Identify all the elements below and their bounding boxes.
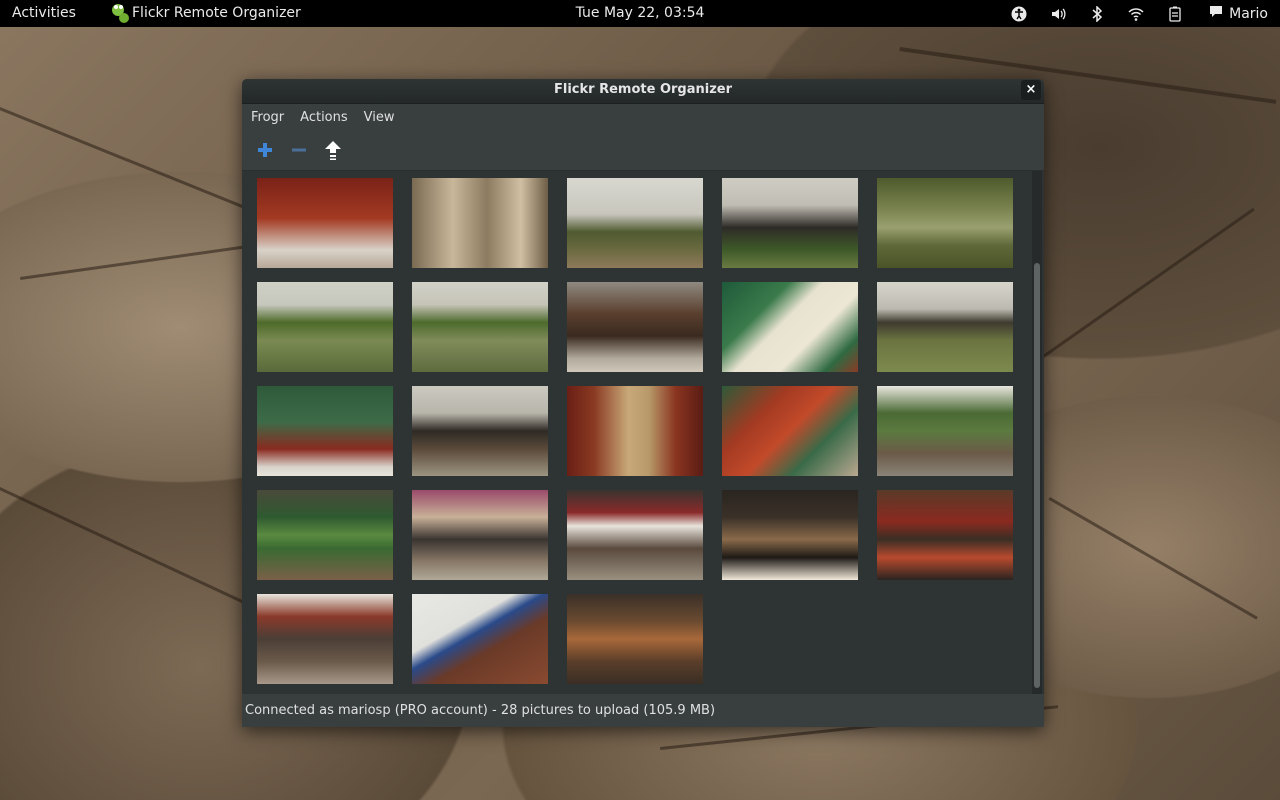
menu-actions[interactable]: Actions (300, 110, 348, 125)
photo-thumbnail-painted-eaves[interactable] (722, 386, 858, 476)
photo-thumbnail-woman-in-hanbok[interactable] (257, 386, 393, 476)
photo-thumbnail-throne-hall[interactable] (412, 386, 548, 476)
photo-thumbnail-shop-sign-green[interactable] (257, 490, 393, 580)
add-button[interactable] (253, 138, 277, 162)
accessibility-icon[interactable] (1009, 4, 1029, 24)
frog-app-icon[interactable] (108, 0, 132, 27)
wifi-icon[interactable] (1126, 4, 1146, 24)
activities-button[interactable]: Activities (12, 5, 76, 21)
photo-thumbnail-carved-wooden-sign[interactable] (567, 594, 703, 684)
window-titlebar[interactable]: Flickr Remote Organizer × (242, 79, 1044, 104)
photo-thumbnail-street-sign-insadong[interactable] (412, 594, 548, 684)
photo-thumbnail-palace-pavilion-garden[interactable] (567, 178, 703, 268)
menu-view[interactable]: View (364, 110, 395, 125)
menu-bar: Frogr Actions View (242, 104, 1044, 130)
upload-icon (325, 141, 341, 160)
user-name: Mario (1229, 5, 1268, 22)
battery-icon[interactable] (1165, 4, 1185, 24)
photo-thumbnail-shopping-street[interactable] (567, 490, 703, 580)
photo-thumbnail-crowded-market[interactable] (257, 594, 393, 684)
scrollbar-thumb[interactable] (1034, 263, 1040, 688)
user-menu[interactable]: Mario (1203, 5, 1268, 22)
photo-grid-area (242, 171, 1044, 694)
window-title: Flickr Remote Organizer (554, 82, 732, 97)
photo-thumbnail-corridor-columns[interactable] (567, 386, 703, 476)
photo-thumbnail-person-at-pond[interactable] (412, 282, 548, 372)
photo-thumbnail-lotus-pond-bridge[interactable] (257, 282, 393, 372)
photo-thumbnail-clay-pots[interactable] (567, 282, 703, 372)
top-panel: Activities Flickr Remote Organizer Tue M… (0, 0, 1280, 27)
add-icon (258, 143, 272, 157)
remove-icon (292, 148, 306, 152)
system-tray: Mario (990, 0, 1280, 27)
bluetooth-icon[interactable] (1087, 4, 1107, 24)
scrollbar[interactable] (1032, 171, 1042, 694)
photo-thumbnail-pavilion-lake[interactable] (877, 282, 1013, 372)
photo-thumbnail-pagoda-tower[interactable] (722, 178, 858, 268)
photo-thumbnail-building-balconies[interactable] (877, 490, 1013, 580)
chat-icon (1209, 5, 1223, 22)
menu-frogr[interactable]: Frogr (251, 110, 284, 125)
photo-thumbnail-palace-interior-red-pillars[interactable] (257, 178, 393, 268)
clock[interactable]: Tue May 22, 03:54 (576, 5, 705, 21)
photo-thumbnail-busy-street-trees[interactable] (877, 386, 1013, 476)
photo-thumbnail-restaurant-front[interactable] (722, 490, 858, 580)
photo-thumbnail-market-cart[interactable] (412, 490, 548, 580)
photo-thumbnail-stone-pillar-bases[interactable] (412, 178, 548, 268)
app-window: Flickr Remote Organizer × Frogr Actions … (242, 79, 1044, 727)
photo-thumbnail-pond-reflection[interactable] (877, 178, 1013, 268)
toolbar (242, 130, 1044, 171)
remove-button[interactable] (287, 138, 311, 162)
app-menu[interactable]: Flickr Remote Organizer (132, 5, 301, 21)
photo-thumbnail-gate-sign-plaque[interactable] (722, 282, 858, 372)
status-bar: Connected as mariosp (PRO account) - 28 … (242, 694, 1044, 727)
close-button[interactable]: × (1021, 80, 1041, 100)
volume-icon[interactable] (1048, 4, 1068, 24)
status-text: Connected as mariosp (PRO account) - 28 … (245, 703, 716, 718)
upload-button[interactable] (321, 138, 345, 162)
